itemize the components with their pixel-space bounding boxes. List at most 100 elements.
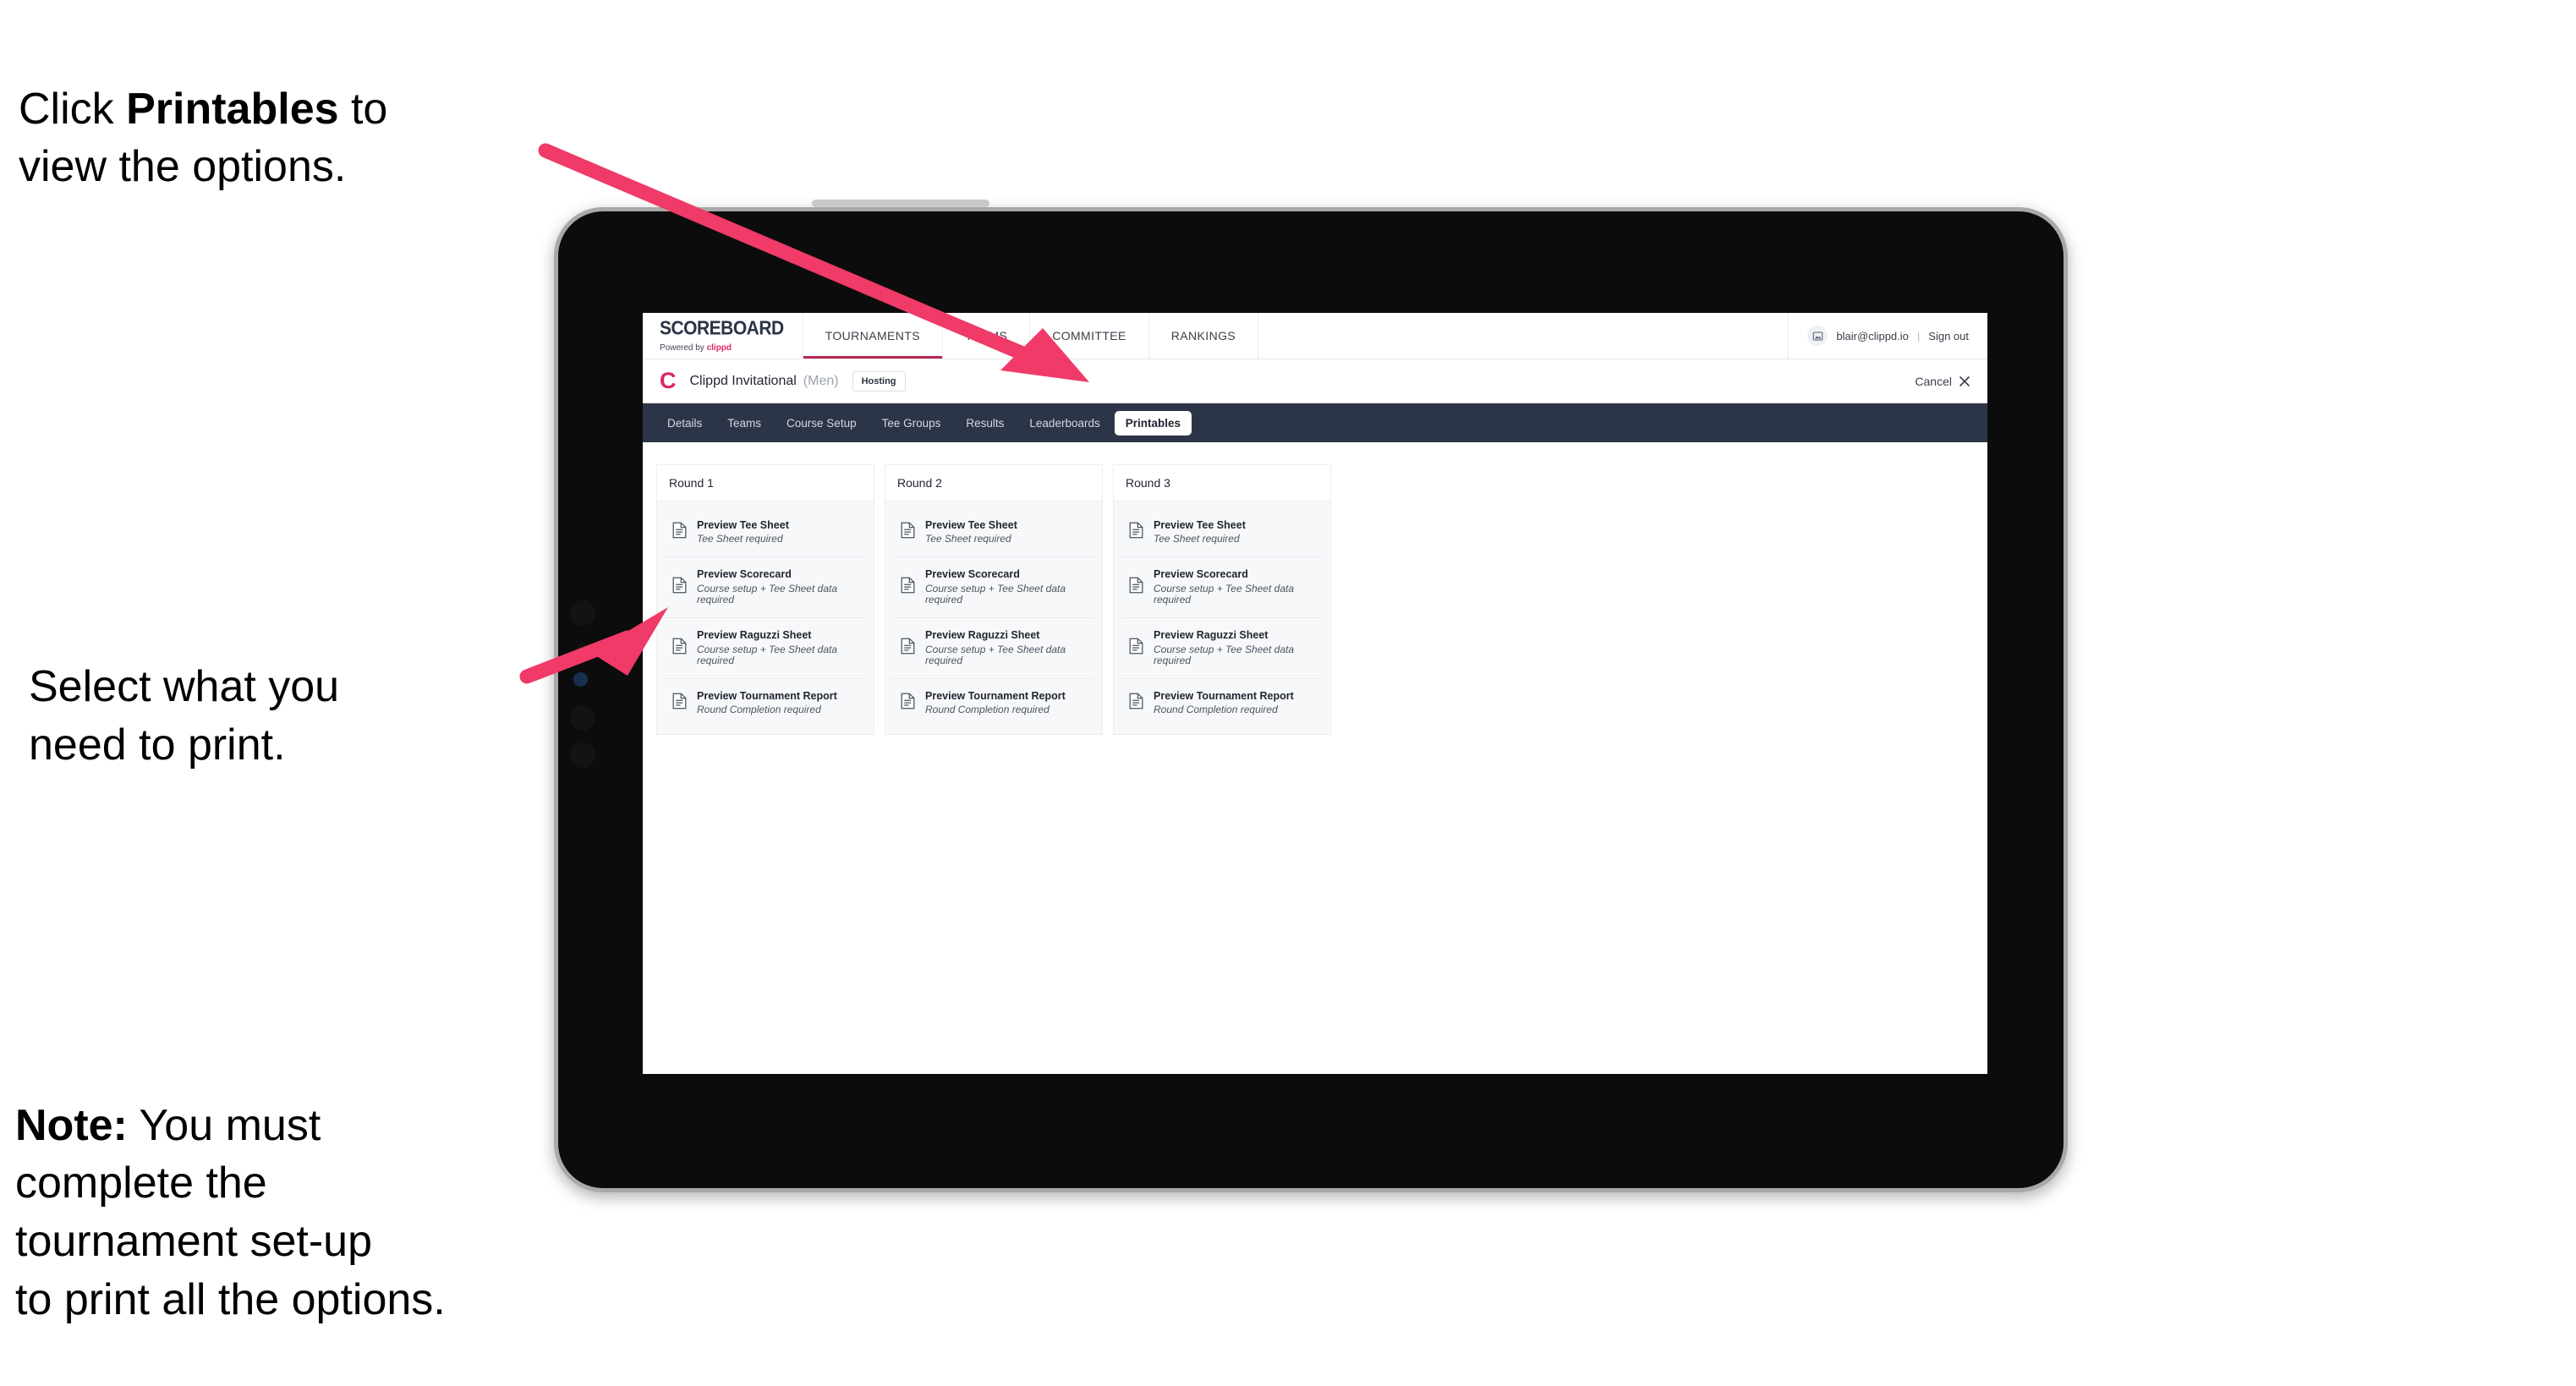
printable-item-requirement: Round Completion required	[697, 704, 821, 716]
printable-item-text: Preview Tournament Report Round Completio…	[1154, 690, 1294, 716]
brand-logo: SCOREBOARD Powered by clippd	[643, 313, 803, 359]
printable-item-requirement: Course setup + Tee Sheet data required	[697, 643, 838, 667]
printable-item[interactable]: Preview Tournament Report Round Completio…	[892, 679, 1095, 728]
hosting-status-badge: Hosting	[852, 370, 906, 392]
screenshot-root: Click Printables to view the options. Se…	[0, 0, 2576, 1386]
printable-item-text: Preview Scorecard Course setup + Tee Shee…	[1154, 568, 1315, 606]
document-icon	[672, 522, 687, 543]
round-column-1: Round 1 Preview Tee Sheet Tee Sheet requir…	[656, 464, 874, 736]
cancel-button[interactable]: Cancel	[1915, 375, 1970, 388]
clippd-logo-icon: C	[660, 368, 677, 393]
printable-item[interactable]: Preview Raguzzi Sheet Course setup + Tee …	[664, 618, 867, 680]
printable-item[interactable]: Preview Raguzzi Sheet Course setup + Tee …	[892, 618, 1095, 680]
round-title: Round 3	[1113, 464, 1331, 501]
tournament-gender: (Men)	[803, 373, 839, 388]
sign-out-link[interactable]: Sign out	[1928, 330, 1969, 342]
tournament-header-bar: C Clippd Invitational (Men) Hosting Canc…	[643, 359, 1987, 403]
printable-item-title: Preview Scorecard	[697, 568, 792, 581]
printable-item-requirement: Tee Sheet required	[1154, 533, 1240, 545]
printable-item-requirement: Tee Sheet required	[925, 533, 1011, 545]
brand-title: SCOREBOARD	[660, 317, 784, 340]
document-icon	[1129, 577, 1143, 598]
document-icon	[672, 638, 687, 659]
user-avatar-icon[interactable]	[1807, 326, 1828, 346]
rounds-grid: Round 1 Preview Tee Sheet Tee Sheet requir…	[656, 464, 1974, 736]
tab-printables[interactable]: Printables	[1114, 410, 1192, 436]
tab-leaderboards[interactable]: Leaderboards	[1018, 411, 1110, 436]
printable-item-text: Preview Scorecard Course setup + Tee Shee…	[697, 568, 858, 606]
printable-item-title: Preview Scorecard	[925, 568, 1020, 581]
printable-item-title: Preview Scorecard	[1154, 568, 1248, 581]
printable-item-requirement: Round Completion required	[1154, 704, 1278, 716]
round-column-2: Round 2 Preview Tee Sheet Tee Sheet requir…	[885, 464, 1103, 736]
document-icon	[901, 522, 915, 543]
printable-item-title: Preview Tournament Report	[1154, 690, 1294, 703]
cancel-label: Cancel	[1915, 374, 1952, 388]
brand-powered-prefix: Powered by	[660, 343, 707, 353]
printable-item-text: Preview Tee Sheet Tee Sheet required	[697, 519, 789, 545]
tab-results[interactable]: Results	[955, 411, 1015, 436]
printable-item-text: Preview Tee Sheet Tee Sheet required	[925, 519, 1017, 545]
brand-subtitle: Powered by clippd	[660, 343, 784, 353]
tablet-device: SCOREBOARD Powered by clippd TOURNAMENTS…	[554, 200, 2068, 1192]
printable-item-requirement: Tee Sheet required	[697, 533, 783, 545]
printable-item-requirement: Course setup + Tee Sheet data required	[1154, 643, 1295, 667]
tab-tee-groups[interactable]: Tee Groups	[871, 411, 952, 436]
annotation-note-bold: Note:	[15, 1100, 128, 1150]
round-items-list: Preview Tee Sheet Tee Sheet required Previ…	[656, 501, 874, 736]
printable-item[interactable]: Preview Tee Sheet Tee Sheet required	[892, 508, 1095, 558]
section-tab-strip: Details Teams Course Setup Tee Groups Re…	[643, 403, 1987, 442]
tab-details[interactable]: Details	[656, 411, 713, 436]
printable-item[interactable]: Preview Raguzzi Sheet Course setup + Tee …	[1121, 618, 1324, 680]
topnav-spacer	[1258, 313, 1789, 359]
round-items-list: Preview Tee Sheet Tee Sheet required Previ…	[1113, 501, 1331, 736]
printable-item[interactable]: Preview Tournament Report Round Completio…	[664, 679, 867, 728]
user-email: blair@clippd.io	[1836, 329, 1909, 342]
printable-item[interactable]: Preview Tee Sheet Tee Sheet required	[664, 508, 867, 558]
tournament-name: Clippd Invitational	[689, 373, 797, 388]
document-icon	[901, 693, 915, 714]
round-title: Round 2	[885, 464, 1103, 501]
tab-course-setup[interactable]: Course Setup	[776, 411, 868, 436]
topnav-item-committee[interactable]: COMMITTEE	[1030, 313, 1149, 359]
printable-item-text: Preview Tee Sheet Tee Sheet required	[1154, 519, 1246, 545]
user-menu: blair@clippd.io | Sign out	[1789, 313, 1987, 359]
printable-item-title: Preview Raguzzi Sheet	[697, 629, 812, 642]
printable-item[interactable]: Preview Tee Sheet Tee Sheet required	[1121, 508, 1324, 558]
printable-item-text: Preview Raguzzi Sheet Course setup + Tee …	[697, 629, 858, 667]
printable-item-title: Preview Tee Sheet	[1154, 519, 1246, 531]
document-icon	[672, 693, 687, 714]
top-navigation-bar: SCOREBOARD Powered by clippd TOURNAMENTS…	[643, 313, 1987, 359]
tablet-button-two[interactable]	[570, 742, 595, 768]
round-items-list: Preview Tee Sheet Tee Sheet required Previ…	[885, 501, 1103, 736]
printables-content: Round 1 Preview Tee Sheet Tee Sheet requir…	[643, 442, 1987, 1074]
tablet-led-icon	[577, 643, 586, 652]
close-icon	[1959, 375, 1970, 386]
tablet-button-one[interactable]	[570, 705, 595, 731]
printable-item-title: Preview Tee Sheet	[697, 519, 789, 531]
topnav-item-rankings[interactable]: RANKINGS	[1149, 313, 1259, 359]
printable-item-requirement: Course setup + Tee Sheet data required	[1154, 582, 1295, 606]
brand-powered-name: clippd	[706, 343, 732, 353]
printable-item-text: Preview Raguzzi Sheet Course setup + Tee …	[925, 629, 1087, 667]
annotation-step-1-prefix: Click	[19, 84, 127, 134]
annotation-step-1-bold: Printables	[126, 84, 339, 134]
printable-item-requirement: Course setup + Tee Sheet data required	[697, 582, 838, 606]
printable-item[interactable]: Preview Scorecard Course setup + Tee Shee…	[664, 557, 867, 619]
printable-item-text: Preview Tournament Report Round Completio…	[925, 690, 1066, 716]
round-column-3: Round 3 Preview Tee Sheet Tee Sheet requir…	[1113, 464, 1331, 736]
printable-item-text: Preview Scorecard Course setup + Tee Shee…	[925, 568, 1087, 606]
printable-item-requirement: Round Completion required	[925, 704, 1050, 716]
printable-item[interactable]: Preview Scorecard Course setup + Tee Shee…	[892, 557, 1095, 619]
topnav-item-tournaments[interactable]: TOURNAMENTS	[803, 313, 943, 359]
printable-item[interactable]: Preview Tournament Report Round Completio…	[1121, 679, 1324, 728]
user-divider: |	[1916, 329, 1921, 342]
tab-teams[interactable]: Teams	[716, 411, 772, 436]
annotation-step-2: Select what you need to print.	[29, 662, 340, 770]
printable-item[interactable]: Preview Scorecard Course setup + Tee Shee…	[1121, 557, 1324, 619]
printable-item-title: Preview Raguzzi Sheet	[1154, 629, 1269, 642]
printable-item-requirement: Course setup + Tee Sheet data required	[925, 582, 1066, 606]
topnav-item-teams[interactable]: TEAMS	[943, 313, 1031, 359]
tablet-camera-icon	[570, 600, 595, 626]
document-icon	[1129, 638, 1143, 659]
